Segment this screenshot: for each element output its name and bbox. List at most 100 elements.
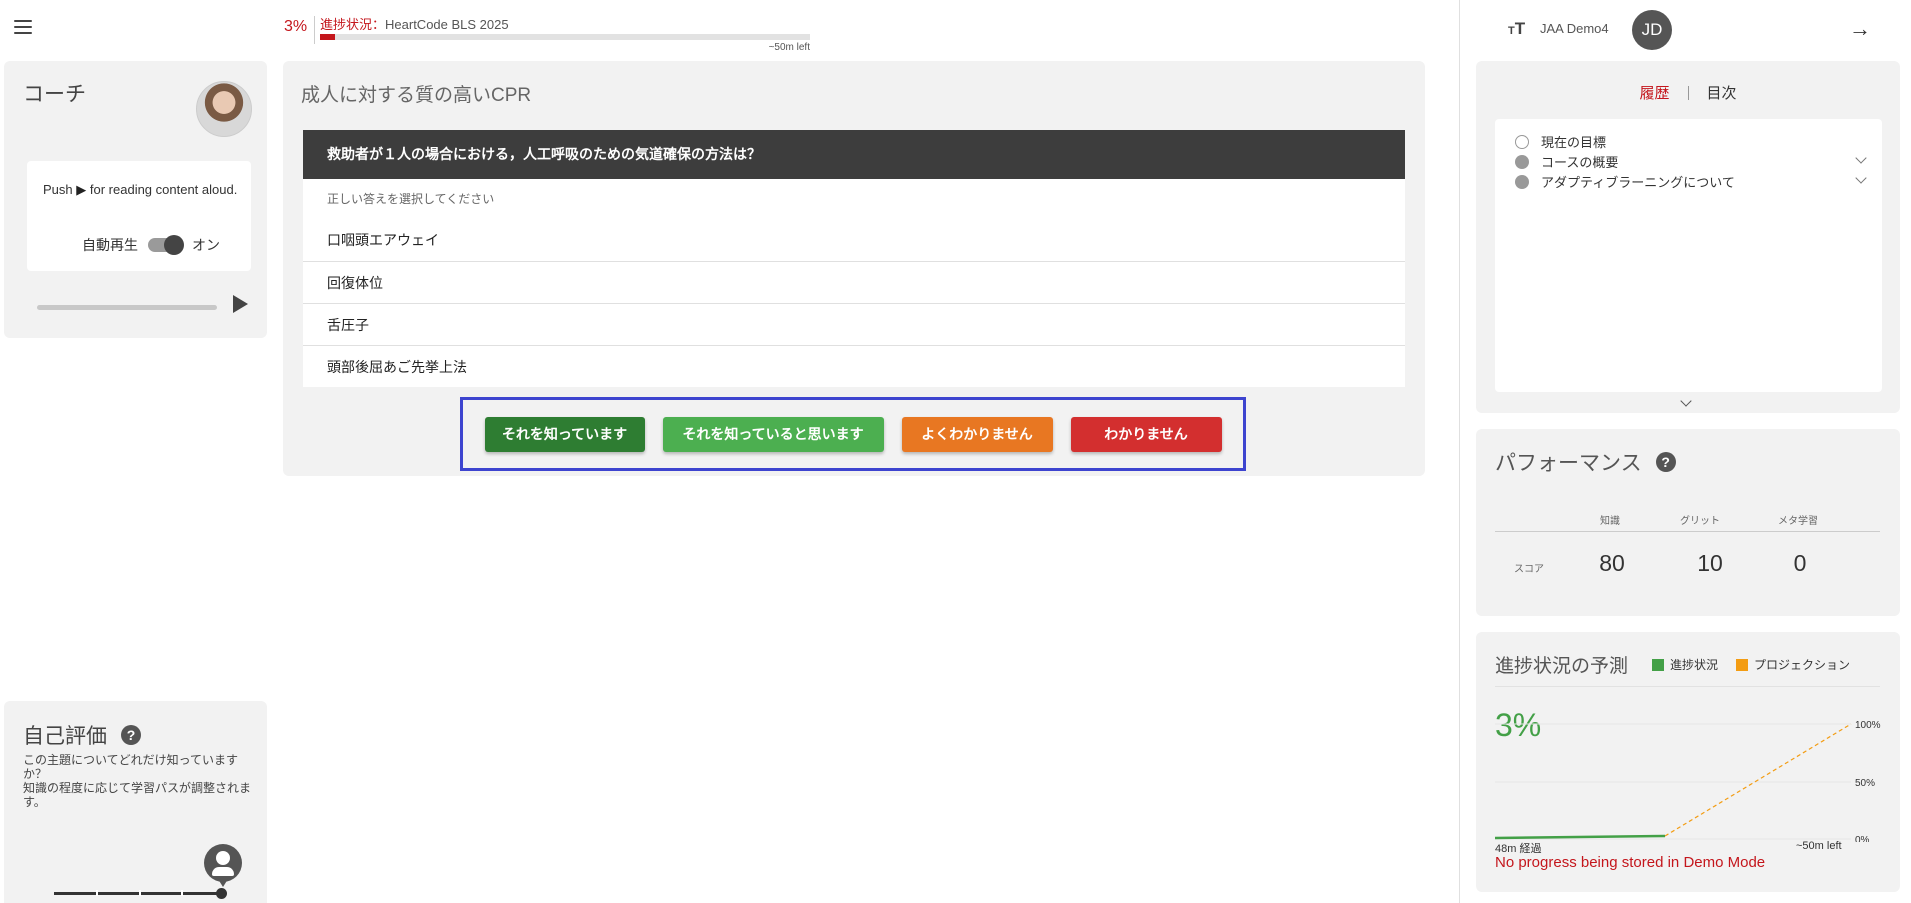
legend-projection-label: プロジェクション [1754,658,1851,672]
progress-divider [314,16,315,44]
chevron-down-icon[interactable] [1855,152,1867,164]
self-eval-title: 自己評価 [23,725,107,748]
progress-bar-fill [320,34,335,40]
perf-value-knowledge: 80 [1599,550,1625,576]
performance-panel: パフォーマンス ? 知識 グリット メタ学習 スコア 80 10 0 [1476,429,1900,616]
list-item-label: アダプティブラーニングについて [1541,175,1735,190]
answer-option[interactable]: 回復体位 [303,261,1405,303]
legend-swatch-progress [1652,658,1664,671]
progress-label-prefix: 進捗状況： [320,17,386,32]
confidence-rating-group: それを知っています それを知っていると思います よくわかりません わかりません [460,397,1246,471]
list-item[interactable]: コースの概要 [1515,152,1867,171]
hamburger-menu-icon[interactable] [14,20,32,34]
tts-instructions: Push ▶ for reading content aloud. [43,181,243,198]
tick-label-100: 100% [1855,720,1881,731]
prediction-chart: 100% 50% 0% [1495,720,1881,842]
history-tabs: 履歴 目次 [1476,82,1900,103]
answer-option[interactable]: 舌圧子 [303,303,1405,345]
legend-swatch-projection [1736,658,1748,671]
list-item[interactable]: 現在の目標 [1515,132,1865,151]
text-size-icon[interactable]: TT [1508,19,1525,39]
list-item-label: 現在の目標 [1541,135,1607,150]
autoplay-toggle[interactable] [148,235,184,255]
history-list: 現在の目標 コースの概要 アダプティブラーニングについて [1495,119,1882,392]
tts-description: for reading content aloud. [89,182,238,197]
think-i-know-button[interactable]: それを知っていると思います [662,416,884,452]
autoplay-label: 自動再生 [82,237,138,253]
arrow-right-icon[interactable]: → [1849,16,1871,42]
person-marker-icon[interactable] [204,844,242,882]
slider-tick [139,890,141,896]
self-evaluation-panel: 自己評価 ? この主題についてどれだけ知っていますか？ 知識の程度に応じて学習パ… [4,701,267,903]
projection-line [1664,723,1852,837]
not-sure-button[interactable]: よくわかりません [901,416,1053,452]
course-progress: 3% 進捗状況：HeartCode BLS 2025 ~50m left [284,12,810,53]
perf-value-grit: 10 [1697,550,1723,576]
user-avatar[interactable]: JD [1632,10,1672,50]
help-icon[interactable]: ? [121,725,141,745]
status-circle-icon [1515,174,1529,189]
knowledge-slider-knob[interactable] [216,888,227,899]
status-circle-icon [1515,154,1529,169]
perf-header-knowledge: 知識 [1600,516,1620,527]
list-item-label: コースの概要 [1541,155,1619,170]
tts-push-text: Push [43,182,73,197]
page-title: 成人に対する質の高いCPR [301,85,532,106]
perf-value-metalearning: 0 [1793,550,1807,576]
question-block: 救助者が１人の場合における，人工呼吸のための気道確保の方法は？ 正しい答えを選択… [303,130,1405,387]
play-icon[interactable] [229,293,249,315]
tts-box: Push ▶ for reading content aloud. 自動再生 オ… [27,161,251,271]
coach-avatar [196,81,252,137]
progress-prediction-panel: 進捗状況の予測 進捗状況 プロジェクション 3% 100% 50% 0% 48m… [1476,632,1900,892]
performance-title: パフォーマンス [1495,452,1642,475]
progress-label: 進捗状況：HeartCode BLS 2025 [320,14,509,33]
list-item[interactable]: アダプティブラーニングについて [1515,172,1867,191]
demo-mode-warning: No progress being stored in Demo Mode [1495,854,1766,871]
autoplay-state: オン [192,237,220,253]
question-text: 救助者が１人の場合における，人工呼吸のための気道確保の方法は？ [303,130,1405,179]
time-left: ~50m left [768,42,810,53]
tab-history[interactable]: 履歴 [1639,82,1669,103]
know-it-button[interactable]: それを知っています [484,416,645,452]
self-eval-heading: 自己評価 ? [23,720,141,750]
progress-line [1495,834,1666,840]
chevron-down-icon[interactable] [1680,395,1692,407]
right-panel-divider [1459,0,1460,903]
history-panel: 履歴 目次 現在の目標 コースの概要 アダプティブラーニングについて [1476,61,1900,413]
tick-label-0: 0% [1855,835,1870,842]
audio-progress-track[interactable] [37,305,217,310]
slider-tick [96,890,98,896]
user-name: JAA Demo4 [1540,21,1609,36]
coach-panel: コーチ Push ▶ for reading content aloud. 自動… [4,61,267,338]
perf-header-metalearning: メタ学習 [1778,516,1818,527]
remaining-time: ~50m left [1796,840,1842,852]
progress-bar [320,34,810,40]
help-icon[interactable]: ? [1655,452,1676,472]
autoplay-row: 自動再生 オン [82,235,220,255]
tab-separator [1687,85,1689,100]
legend-progress-label: 進捗状況 [1670,658,1719,672]
question-panel: 成人に対する質の高いCPR 救助者が１人の場合における，人工呼吸のための気道確保… [283,61,1425,476]
legend-projection: プロジェクション [1736,656,1850,673]
course-name: HeartCode BLS 2025 [385,17,509,32]
chevron-down-icon[interactable] [1855,172,1867,184]
status-circle-icon [1515,134,1529,149]
question-hint: 正しい答えを選択してください [327,192,495,206]
performance-heading: パフォーマンス ? [1495,447,1676,477]
tick-label-50: 50% [1855,778,1875,789]
prediction-title: 進捗状況の予測 [1495,656,1629,677]
perf-divider [1495,531,1880,532]
coach-title: コーチ [23,83,86,106]
play-glyph-icon: ▶ [76,182,87,197]
person-marker-pointer [218,879,228,887]
dont-know-button[interactable]: わかりません [1070,416,1222,452]
tab-toc[interactable]: 目次 [1707,82,1737,103]
self-eval-description: この主題についてどれだけ知っていますか？ 知識の程度に応じて学習パスが調整されま… [23,753,252,809]
answer-option[interactable]: 口咽頭エアウェイ [303,219,1405,261]
answer-option[interactable]: 頭部後屈あご先挙上法 [303,345,1405,387]
toggle-knob [164,235,184,255]
slider-tick [181,890,183,896]
perf-header-grit: グリット [1680,516,1720,527]
progress-percent: 3% [284,18,308,35]
legend-progress: 進捗状況 [1652,656,1718,673]
